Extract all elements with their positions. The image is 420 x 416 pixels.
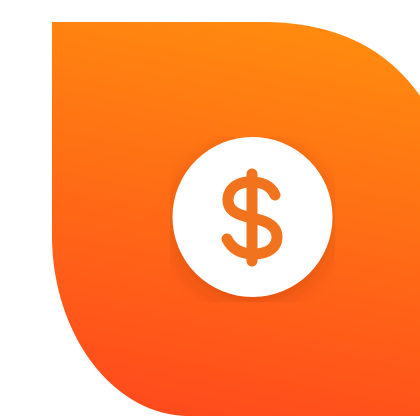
app-logo-canvas xyxy=(0,0,420,416)
dollar-coin-icon xyxy=(172,137,333,297)
